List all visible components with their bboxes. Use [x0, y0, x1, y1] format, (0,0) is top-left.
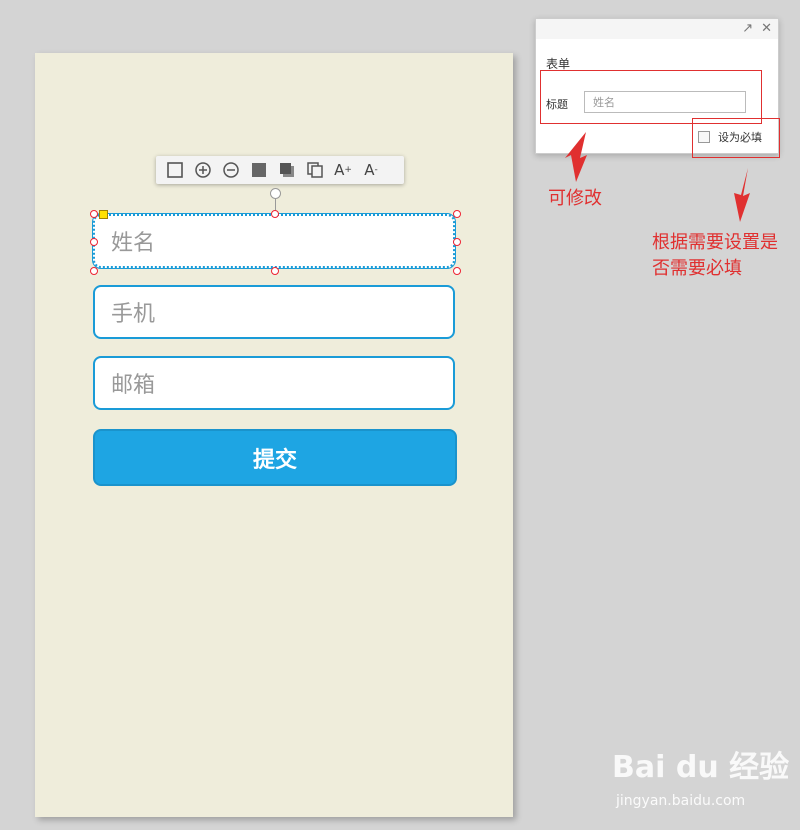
baidu-watermark-url: jingyan.baidu.com	[616, 793, 746, 809]
phone-field-placeholder: 手机	[111, 302, 156, 327]
name-field[interactable]: 姓名	[92, 213, 456, 269]
font-decrease-icon[interactable]: A-	[360, 159, 382, 181]
resize-handle-l[interactable]	[90, 238, 98, 246]
copy-icon[interactable]	[304, 159, 326, 181]
expand-icon[interactable]: ↗	[742, 21, 753, 36]
fill-square-icon[interactable]	[248, 159, 270, 181]
zoom-out-icon[interactable]	[220, 159, 242, 181]
email-field-placeholder: 邮箱	[111, 373, 156, 398]
baidu-watermark-logo: Bai du 经验	[612, 750, 790, 785]
submit-label: 提交	[252, 447, 297, 473]
arrow-required	[734, 168, 750, 222]
zoom-in-icon[interactable]	[192, 159, 214, 181]
submit-button[interactable]: 提交	[93, 429, 457, 486]
email-field[interactable]: 邮箱	[93, 356, 455, 410]
font-increase-icon[interactable]: A +	[332, 159, 354, 181]
anchor-handle[interactable]	[99, 210, 108, 219]
resize-handle-t[interactable]	[271, 210, 279, 218]
bring-front-icon[interactable]	[276, 159, 298, 181]
panel-titlebar: ↗ ✕	[536, 19, 778, 39]
name-field-placeholder: 姓名	[111, 231, 156, 256]
element-toolbar: A + A-	[156, 156, 404, 184]
resize-handle-tl[interactable]	[90, 210, 98, 218]
close-icon[interactable]: ✕	[761, 21, 772, 36]
annotation-required-line1: 根据需要设置是	[652, 232, 778, 253]
square-outline-icon[interactable]	[164, 159, 186, 181]
annotation-box-title	[540, 70, 762, 124]
annotation-editable: 可修改	[548, 188, 602, 209]
resize-handle-tr[interactable]	[453, 210, 461, 218]
resize-handle-b[interactable]	[271, 267, 279, 275]
resize-handle-bl[interactable]	[90, 267, 98, 275]
resize-handle-br[interactable]	[453, 267, 461, 275]
annotation-box-required	[692, 118, 780, 158]
phone-field[interactable]: 手机	[93, 285, 455, 339]
resize-handle-r[interactable]	[453, 238, 461, 246]
annotation-required-line2: 否需要必填	[652, 258, 742, 279]
